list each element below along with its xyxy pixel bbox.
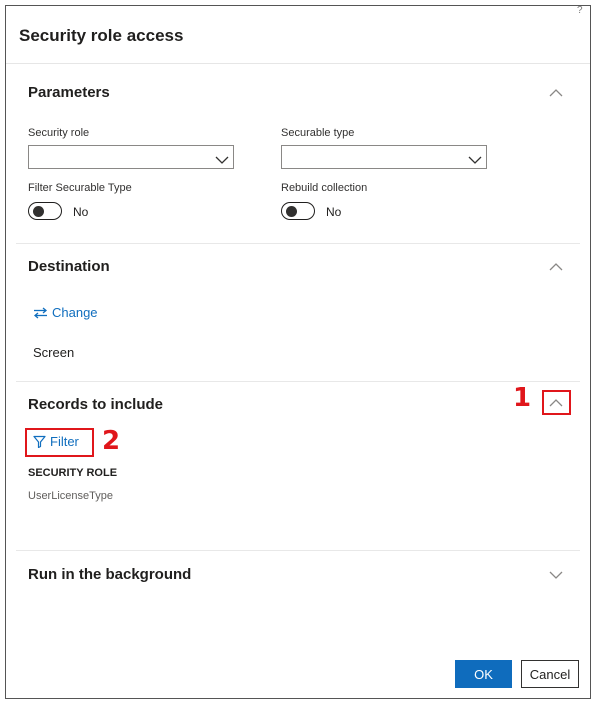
chevron-down-icon — [468, 152, 482, 164]
security-role-dropdown[interactable] — [28, 145, 234, 169]
ok-button[interactable]: OK — [455, 660, 512, 688]
chevron-up-icon[interactable] — [549, 262, 563, 272]
callout-box-1 — [542, 390, 571, 415]
destination-value: Screen — [33, 345, 75, 360]
help-mark[interactable]: ? — [577, 5, 583, 16]
callout-box-2 — [25, 428, 94, 457]
destination-section-header[interactable]: Destination — [28, 258, 110, 275]
securable-type-dropdown[interactable] — [281, 145, 487, 169]
callout-number-2: 2 — [102, 426, 121, 456]
callout-number-1: 1 — [513, 383, 532, 413]
security-role-column-header: SECURITY ROLE — [28, 467, 118, 479]
change-label: Change — [52, 305, 98, 320]
change-destination-button[interactable]: Change — [33, 305, 98, 320]
swap-arrows-icon — [33, 307, 48, 319]
background-section-header[interactable]: Run in the background — [28, 566, 191, 583]
cancel-button[interactable]: Cancel — [521, 660, 579, 688]
chevron-down-icon[interactable] — [549, 570, 563, 580]
security-role-access-dialog: ? Security role access Parameters Securi… — [5, 5, 591, 699]
parameters-section-header[interactable]: Parameters — [28, 84, 110, 101]
rebuild-collection-toggle[interactable] — [281, 202, 315, 220]
section-divider — [16, 381, 580, 382]
chevron-down-icon — [215, 152, 229, 164]
filter-securable-type-label: Filter Securable Type — [28, 182, 132, 194]
toggle-knob — [286, 206, 297, 217]
dialog-title: Security role access — [19, 26, 184, 45]
toggle-knob — [33, 206, 44, 217]
securable-type-label: Securable type — [281, 127, 355, 139]
security-role-label: Security role — [28, 127, 90, 139]
security-role-column-value: UserLicenseType — [28, 490, 113, 502]
filter-securable-type-state: No — [73, 205, 89, 219]
rebuild-collection-label: Rebuild collection — [281, 182, 368, 194]
chevron-up-icon[interactable] — [549, 88, 563, 98]
filter-securable-type-toggle[interactable] — [28, 202, 62, 220]
title-divider — [6, 63, 590, 64]
rebuild-collection-state: No — [326, 205, 342, 219]
records-section-header[interactable]: Records to include — [28, 396, 163, 413]
section-divider — [16, 243, 580, 244]
section-divider — [16, 550, 580, 551]
